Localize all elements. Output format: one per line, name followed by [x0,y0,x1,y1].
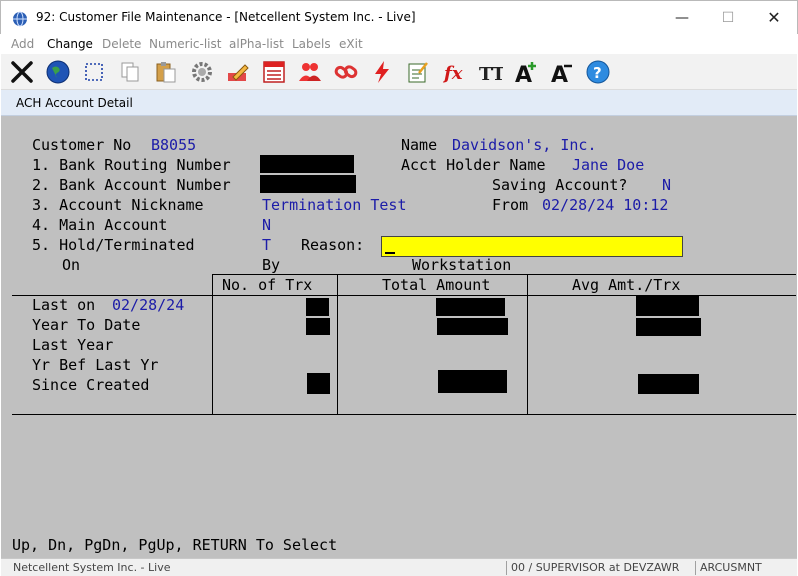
saving-account-value[interactable]: N [662,175,671,195]
screen-subtitle-bar: ACH Account Detail [1,90,797,116]
status-program: ARCUSMNT [700,561,762,574]
status-bar: Netcellent System Inc. - Live 00 / SUPER… [1,558,797,576]
header-avg-amt: Avg Amt./Trx [572,276,681,294]
select-box-icon[interactable] [79,58,109,86]
status-company: Netcellent System Inc. - Live [13,561,171,574]
table-col-divider [212,274,213,415]
row-label-year-to-date: Year To Date [32,316,141,334]
users-icon[interactable] [295,58,325,86]
hold-terminated-value[interactable]: T [262,235,271,255]
toolbar: fx TT A A ? [1,54,797,90]
redacted-value [307,373,330,394]
by-label: By [262,256,281,274]
account-number-redacted[interactable] [260,175,356,193]
settings-gear-icon[interactable] [187,58,217,86]
footer-prompt: Up, Dn, PgDn, PgUp, RETURN To Select [12,536,338,554]
app-globe-icon [13,11,27,27]
header-total-amount: Total Amount [382,276,491,294]
table-bottom-rule [12,414,796,415]
header-no-of-trx: No. of Trx [222,276,313,294]
table-col-divider [527,274,528,415]
copy-icon[interactable] [115,58,145,86]
svg-text:TT: TT [479,64,503,85]
acct-holder-label: Acct Holder Name [401,156,546,174]
row-label-since-created: Since Created [32,376,150,394]
menu-add[interactable]: Add [11,37,34,51]
redacted-value [438,370,507,393]
reason-label: Reason: [301,236,365,254]
name-value: Davidson's, Inc. [452,136,597,154]
name-label: Name [401,136,438,154]
minimize-button[interactable]: — [659,5,705,31]
reason-input[interactable] [381,236,683,257]
menu-exit[interactable]: eXit [339,37,363,51]
routing-number-label: 1. Bank Routing Number [32,156,231,174]
saving-account-label: Saving Account? [492,176,628,194]
status-divider [695,561,696,575]
account-nickname-label: 3. Account Nickname [32,196,204,214]
menu-labels[interactable]: Labels [292,37,331,51]
svg-text:?: ? [593,64,602,82]
report-list-icon[interactable] [259,58,289,86]
customer-no-label: Customer No [32,136,132,154]
from-label: From [492,196,529,214]
screen-subtitle: ACH Account Detail [16,96,133,110]
customer-no-value: B8055 [151,136,197,154]
window-title-bar: 92: Customer File Maintenance - [Netcell… [0,0,798,34]
edit-pencil-icon[interactable] [223,58,253,86]
redacted-value [306,318,330,335]
text-cursor [385,252,395,254]
status-user: 00 / SUPERVISOR at DEVZAWR [511,561,680,574]
fx-icon[interactable]: fx [439,58,469,86]
account-nickname-value[interactable]: Termination Test [262,195,407,215]
font-decrease-icon[interactable]: A [547,58,577,86]
row-label-last-on: Last on [32,296,96,314]
redacted-value [437,318,508,335]
link-icon[interactable] [331,58,361,86]
main-account-label: 4. Main Account [32,216,168,234]
redacted-value [436,298,505,316]
table-col-divider [337,274,338,415]
menu-numeric-list[interactable]: Numeric-list [149,37,221,51]
hold-terminated-label: 5. Hold/Terminated [32,236,195,254]
redacted-value [636,318,701,336]
lightning-icon[interactable] [367,58,397,86]
workstation-label: Workstation [412,256,512,274]
menu-change[interactable]: Change [47,37,93,51]
window-title: 92: Customer File Maintenance - [Netcell… [36,10,416,24]
help-icon[interactable]: ? [583,58,613,86]
account-number-label: 2. Bank Account Number [32,176,231,194]
notepad-icon[interactable] [403,58,433,86]
terminal-screen: Customer No B8055 Name Davidson's, Inc. … [1,116,797,558]
on-label: On [62,256,81,274]
routing-number-redacted[interactable] [260,155,354,173]
redacted-value [306,298,329,316]
redacted-value [638,374,699,394]
menu-bar: Add Change Delete Numeric-list alPha-lis… [1,34,797,54]
text-size-icon[interactable]: TT [475,58,505,86]
from-value: 02/28/24 10:12 [542,196,669,214]
close-button[interactable]: ✕ [751,5,797,31]
acct-holder-value: Jane Doe [572,156,645,174]
maximize-button[interactable]: ☐ [705,5,751,31]
globe-icon[interactable] [43,58,73,86]
font-increase-icon[interactable]: A [511,58,541,86]
row-label-last-year: Last Year [32,336,114,354]
menu-delete[interactable]: Delete [102,37,141,51]
status-divider [506,561,507,575]
row-label-yr-bef-last-yr: Yr Bef Last Yr [32,356,159,374]
redacted-value [636,296,699,316]
close-x-icon[interactable] [7,58,37,86]
menu-alpha-list[interactable]: alPha-list [229,37,284,51]
paste-icon[interactable] [151,58,181,86]
main-account-value[interactable]: N [262,215,271,235]
row-last-on-date: 02/28/24 [112,296,185,314]
svg-text:fx: fx [442,63,463,84]
